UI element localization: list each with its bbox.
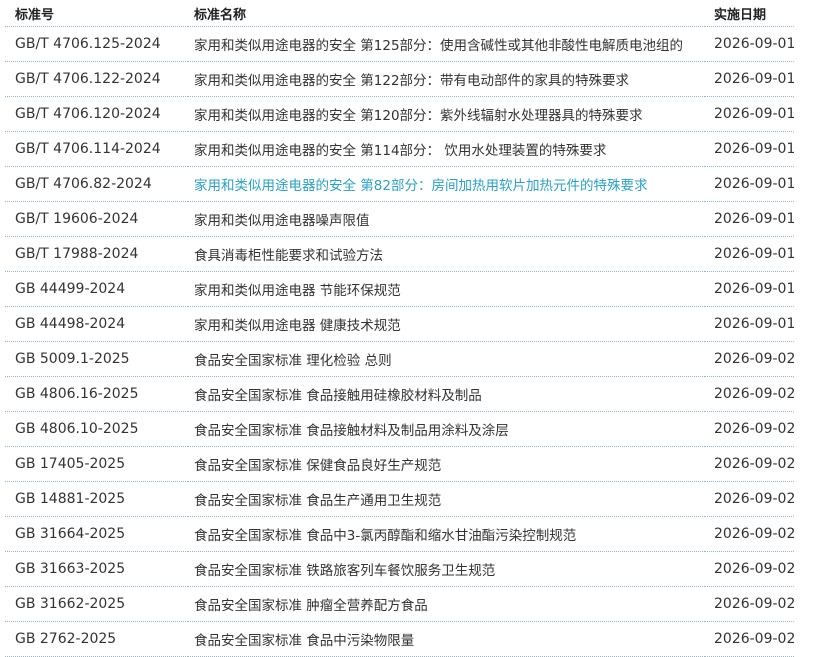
implementation-date-cell: 2026-09-01 xyxy=(705,201,794,237)
standard-number-cell: GB 44499-2024 xyxy=(5,271,188,307)
implementation-date-cell: 2026-09-02 xyxy=(705,341,794,377)
implementation-date-cell: 2026-09-02 xyxy=(705,516,794,552)
standard-number-cell: GB 31662-2025 xyxy=(5,586,188,622)
standard-name-link[interactable]: 家用和类似用途电器的安全 第120部分：紫外线辐射水处理器具的特殊要求 xyxy=(188,96,705,132)
header-standard-name: 标准名称 xyxy=(188,0,705,27)
table-row[interactable]: GB 44499-2024 家用和类似用途电器 节能环保规范 2026-09-01 xyxy=(5,271,794,307)
table-row[interactable]: GB 4806.16-2025 食品安全国家标准 食品接触用硅橡胶材料及制品 202… xyxy=(5,376,794,412)
implementation-date-cell: 2026-09-02 xyxy=(705,481,794,517)
standard-number-cell: GB 4806.10-2025 xyxy=(5,411,188,447)
table-row[interactable]: GB 5009.1-2025 食品安全国家标准 理化检验 总则 2026-09-02 xyxy=(5,341,794,377)
table-row[interactable]: GB 31662-2025 食品安全国家标准 肿瘤全营养配方食品 2026-09-0… xyxy=(5,586,794,622)
standard-name-link[interactable]: 家用和类似用途电器 节能环保规范 xyxy=(188,271,705,307)
standard-number-cell: GB/T 4706.122-2024 xyxy=(5,61,188,97)
table-row[interactable]: GB 2762-2025 食品安全国家标准 食品中污染物限量 2026-09-02 xyxy=(5,621,794,657)
standard-name-link[interactable]: 食品安全国家标准 食品生产通用卫生规范 xyxy=(188,481,705,517)
standard-name-link[interactable]: 食具消毒柜性能要求和试验方法 xyxy=(188,236,705,272)
standard-number-cell: GB/T 19606-2024 xyxy=(5,201,188,237)
standard-name-link[interactable]: 食品安全国家标准 理化检验 总则 xyxy=(188,341,705,377)
standard-name-link[interactable]: 食品安全国家标准 食品中污染物限量 xyxy=(188,621,705,657)
implementation-date-cell: 2026-09-01 xyxy=(705,236,794,272)
table-row[interactable]: GB 44498-2024 家用和类似用途电器 健康技术规范 2026-09-01 xyxy=(5,306,794,342)
table-row[interactable]: GB 31663-2025 食品安全国家标准 铁路旅客列车餐饮服务卫生规范 2026… xyxy=(5,551,794,587)
standard-name-link[interactable]: 家用和类似用途电器噪声限值 xyxy=(188,201,705,237)
header-implementation-date: 实施日期 xyxy=(705,0,794,27)
table-row[interactable]: GB 31664-2025 食品安全国家标准 食品中3-氯丙醇酯和缩水甘油酯污染控… xyxy=(5,516,794,552)
implementation-date-cell: 2026-09-02 xyxy=(705,411,794,447)
table-header: 标准号 标准名称 实施日期 xyxy=(5,0,794,27)
table-row[interactable]: GB 14881-2025 食品安全国家标准 食品生产通用卫生规范 2026-09-… xyxy=(5,481,794,517)
implementation-date-cell: 2026-09-01 xyxy=(705,306,794,342)
table-row[interactable]: GB/T 4706.120-2024 家用和类似用途电器的安全 第120部分：紫外… xyxy=(5,96,794,132)
implementation-date-cell: 2026-09-02 xyxy=(705,376,794,412)
standard-name-link[interactable]: 食品安全国家标准 铁路旅客列车餐饮服务卫生规范 xyxy=(188,551,705,587)
implementation-date-cell: 2026-09-01 xyxy=(705,61,794,97)
standard-name-link[interactable]: 食品安全国家标准 保健食品良好生产规范 xyxy=(188,446,705,482)
header-standard-number: 标准号 xyxy=(5,0,188,27)
header-row: 标准号 标准名称 实施日期 xyxy=(5,0,794,27)
table-row[interactable]: GB/T 4706.114-2024 家用和类似用途电器的安全 第114部分： 饮… xyxy=(5,131,794,167)
implementation-date-cell: 2026-09-02 xyxy=(705,586,794,622)
standard-number-cell: GB 31664-2025 xyxy=(5,516,188,552)
standards-table: 标准号 标准名称 实施日期 GB/T 4706.125-2024 家用和类似用途电… xyxy=(5,0,794,657)
standards-list-page: 标准号 标准名称 实施日期 GB/T 4706.125-2024 家用和类似用途电… xyxy=(0,0,829,657)
standard-number-cell: GB 44498-2024 xyxy=(5,306,188,342)
table-row[interactable]: GB 17405-2025 食品安全国家标准 保健食品良好生产规范 2026-09-… xyxy=(5,446,794,482)
standard-name-link[interactable]: 家用和类似用途电器的安全 第122部分：带有电动部件的家具的特殊要求 xyxy=(188,61,705,97)
standard-number-cell: GB/T 4706.120-2024 xyxy=(5,96,188,132)
table-row[interactable]: GB 4806.10-2025 食品安全国家标准 食品接触材料及制品用涂料及涂层 2… xyxy=(5,411,794,447)
table-body: GB/T 4706.125-2024 家用和类似用途电器的安全 第125部分：使用… xyxy=(5,26,794,657)
standard-name-link[interactable]: 食品安全国家标准 食品接触材料及制品用涂料及涂层 xyxy=(188,411,705,447)
standard-number-cell: GB 17405-2025 xyxy=(5,446,188,482)
standard-name-link[interactable]: 家用和类似用途电器的安全 第125部分：使用含碱性或其他非酸性电解质电池组的 xyxy=(188,26,705,62)
implementation-date-cell: 2026-09-02 xyxy=(705,621,794,657)
standard-name-link[interactable]: 家用和类似用途电器的安全 第114部分： 饮用水处理装置的特殊要求 xyxy=(188,131,705,167)
standard-number-cell: GB 31663-2025 xyxy=(5,551,188,587)
table-row[interactable]: GB/T 17988-2024 食具消毒柜性能要求和试验方法 2026-09-01 xyxy=(5,236,794,272)
standard-number-cell: GB 2762-2025 xyxy=(5,621,188,657)
standard-number-cell: GB 4806.16-2025 xyxy=(5,376,188,412)
standard-name-link[interactable]: 家用和类似用途电器 健康技术规范 xyxy=(188,306,705,342)
implementation-date-cell: 2026-09-01 xyxy=(705,166,794,202)
implementation-date-cell: 2026-09-01 xyxy=(705,131,794,167)
standard-name-link[interactable]: 食品安全国家标准 食品接触用硅橡胶材料及制品 xyxy=(188,376,705,412)
implementation-date-cell: 2026-09-02 xyxy=(705,446,794,482)
standard-number-cell: GB/T 4706.114-2024 xyxy=(5,131,188,167)
table-row[interactable]: GB/T 4706.125-2024 家用和类似用途电器的安全 第125部分：使用… xyxy=(5,26,794,62)
standard-name-link[interactable]: 食品安全国家标准 肿瘤全营养配方食品 xyxy=(188,586,705,622)
implementation-date-cell: 2026-09-01 xyxy=(705,26,794,62)
table-row[interactable]: GB/T 4706.82-2024 家用和类似用途电器的安全 第82部分：房间加热… xyxy=(5,166,794,202)
standard-name-link[interactable]: 食品安全国家标准 食品中3-氯丙醇酯和缩水甘油酯污染控制规范 xyxy=(188,516,705,552)
table-row[interactable]: GB/T 19606-2024 家用和类似用途电器噪声限值 2026-09-01 xyxy=(5,201,794,237)
implementation-date-cell: 2026-09-02 xyxy=(705,551,794,587)
standard-number-cell: GB/T 4706.82-2024 xyxy=(5,166,188,202)
implementation-date-cell: 2026-09-01 xyxy=(705,271,794,307)
standard-number-cell: GB/T 17988-2024 xyxy=(5,236,188,272)
standard-number-cell: GB 5009.1-2025 xyxy=(5,341,188,377)
table-row[interactable]: GB/T 4706.122-2024 家用和类似用途电器的安全 第122部分：带有… xyxy=(5,61,794,97)
standard-name-link[interactable]: 家用和类似用途电器的安全 第82部分：房间加热用软片加热元件的特殊要求 xyxy=(188,166,705,202)
standard-number-cell: GB/T 4706.125-2024 xyxy=(5,26,188,62)
implementation-date-cell: 2026-09-01 xyxy=(705,96,794,132)
standard-number-cell: GB 14881-2025 xyxy=(5,481,188,517)
